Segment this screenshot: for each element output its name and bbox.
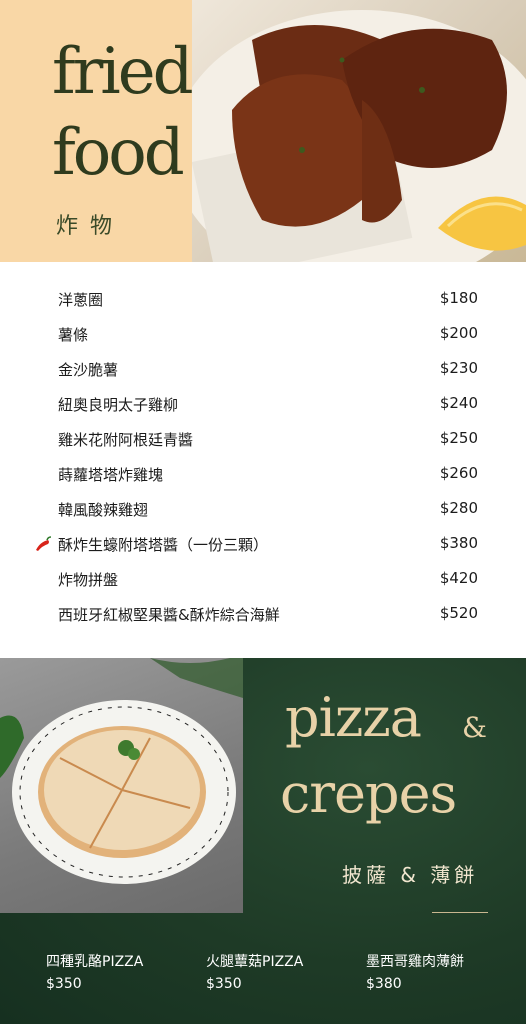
- list-item: 酥炸生蠔附塔塔醬（一份三顆） $380: [0, 526, 526, 561]
- fried-food-title-panel: fried food 炸物: [0, 0, 194, 262]
- item-name: 雞米花附阿根廷青醬: [58, 431, 194, 449]
- pizza-title-ampersand: &: [462, 711, 487, 744]
- item-name: 墨西哥雞肉薄餅: [366, 954, 464, 970]
- pizza-title-line1: pizza: [285, 686, 422, 749]
- fried-title-line1: fried: [52, 35, 194, 109]
- item-price: $350: [206, 976, 242, 992]
- item-name: 四種乳酪PIZZA: [46, 954, 144, 970]
- pizza-crepe-photo: [0, 658, 243, 913]
- item-price: $250: [439, 429, 478, 447]
- fried-chicken-wings-photo: [192, 0, 526, 262]
- item-name: 蒔蘿塔塔炸雞塊: [58, 466, 164, 484]
- list-item: 韓風酸辣雞翅 $280: [0, 491, 526, 526]
- item-price: $180: [439, 289, 478, 307]
- list-item: 雞米花附阿根廷青醬 $250: [0, 421, 526, 456]
- pizza-title-zh: 披薩 & 薄餅: [342, 863, 479, 887]
- item-name: 金沙脆薯: [58, 361, 119, 379]
- pizza-title-line2: crepes: [280, 762, 457, 825]
- list-item: 西班牙紅椒堅果醬&酥炸綜合海鮮 $520: [0, 596, 526, 631]
- list-item: 炸物拼盤 $420: [0, 561, 526, 596]
- list-item: 蒔蘿塔塔炸雞塊 $260: [0, 456, 526, 491]
- item-price: $380: [366, 976, 402, 992]
- list-item: 洋蔥圈 $180: [0, 281, 526, 316]
- fried-title-line2: food: [52, 116, 185, 190]
- section-divider: [432, 912, 488, 913]
- list-item: 紐奧良明太子雞柳 $240: [0, 386, 526, 421]
- list-item: 薯條 $200: [0, 316, 526, 351]
- item-price: $260: [439, 464, 478, 482]
- pizza-crepes-section: pizza & crepes 披薩 & 薄餅 四種乳酪PIZZA $350 火腿…: [0, 658, 526, 1024]
- crepe-plate-illustration: [0, 658, 243, 884]
- item-name: 薯條: [58, 326, 89, 344]
- item-name: 韓風酸辣雞翅: [58, 501, 149, 519]
- list-item: 墨西哥雞肉薄餅 $380: [366, 952, 464, 994]
- list-item: 金沙脆薯 $230: [0, 351, 526, 386]
- item-name: 酥炸生蠔附塔塔醬（一份三顆）: [58, 536, 269, 554]
- item-price: $240: [439, 394, 478, 412]
- item-price: $230: [439, 359, 478, 377]
- item-name: 洋蔥圈: [58, 291, 104, 309]
- item-name: 炸物拼盤: [58, 571, 119, 589]
- chicken-wings-illustration: [192, 10, 526, 262]
- fried-title-zh: 炸物: [56, 214, 125, 239]
- item-price: $350: [46, 976, 82, 992]
- item-name: 紐奧良明太子雞柳: [58, 396, 179, 414]
- list-item: 四種乳酪PIZZA $350: [46, 952, 143, 994]
- item-price: $280: [439, 499, 478, 517]
- item-name: 西班牙紅椒堅果醬&酥炸綜合海鮮: [58, 606, 280, 624]
- item-name: 火腿蕈菇PIZZA: [206, 954, 304, 970]
- item-price: $380: [439, 534, 478, 552]
- list-item: 火腿蕈菇PIZZA $350: [206, 952, 303, 994]
- item-price: $200: [439, 324, 478, 342]
- chili-pepper-icon: [36, 536, 52, 551]
- item-price: $520: [439, 604, 478, 622]
- item-price: $420: [439, 569, 478, 587]
- fried-food-menu-list: 洋蔥圈 $180 薯條 $200 金沙脆薯 $230 紐奧良明太子雞柳 $240…: [0, 262, 526, 658]
- fried-food-header: fried food 炸物: [0, 0, 526, 262]
